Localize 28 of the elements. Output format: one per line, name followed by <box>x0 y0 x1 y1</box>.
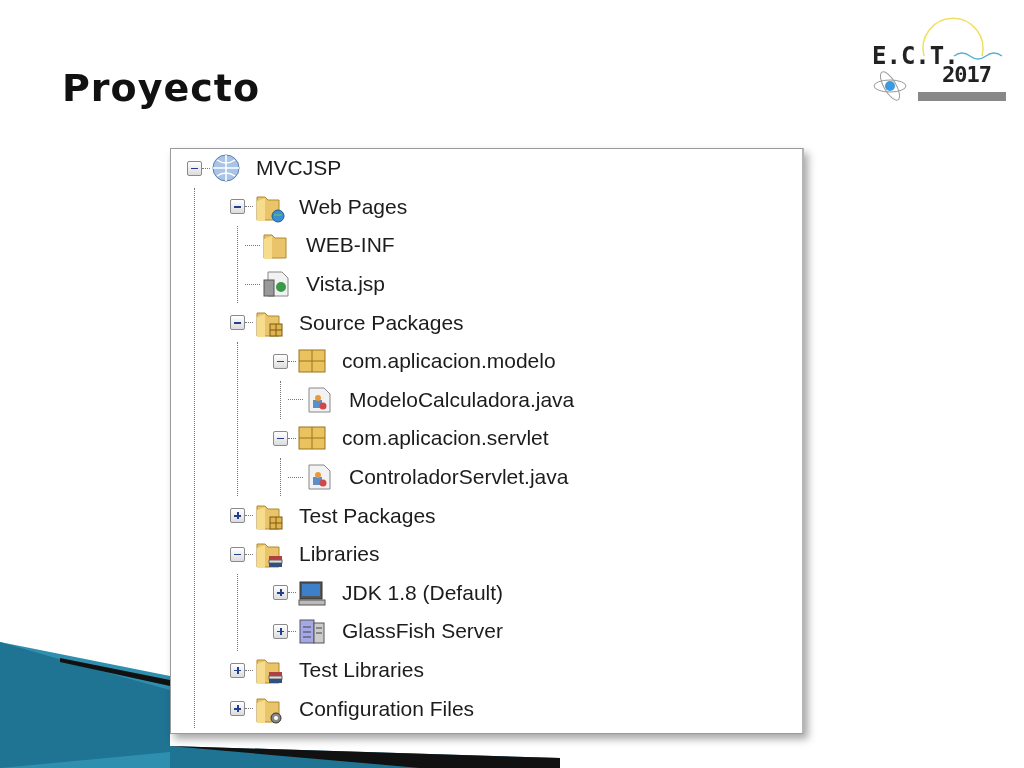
tree-item-label[interactable]: com.aplicacion.servlet <box>342 426 549 451</box>
expand-toggle[interactable] <box>273 623 288 639</box>
slide-title: Proyecto <box>62 66 261 110</box>
tree-item-label[interactable]: JDK 1.8 (Default) <box>342 580 504 605</box>
collapse-toggle[interactable] <box>230 546 245 562</box>
collapse-toggle[interactable] <box>187 160 202 176</box>
tree-item-label[interactable]: WEB-INF <box>306 233 395 258</box>
tree-item-label[interactable]: Web Pages <box>299 194 408 219</box>
tree-item-label[interactable]: Configuration Files <box>299 696 475 721</box>
tree-item-label[interactable]: ControladorServlet.java <box>349 465 569 490</box>
expand-toggle[interactable] <box>273 585 288 601</box>
expand-toggle[interactable] <box>230 508 245 524</box>
tree-item-label[interactable]: com.aplicacion.modelo <box>342 349 556 374</box>
tree-item-label[interactable]: Test Packages <box>299 503 436 528</box>
tree-item-label[interactable]: MVCJSP <box>256 156 342 181</box>
tree-item-label[interactable]: Libraries <box>299 542 380 567</box>
globe-icon <box>210 152 242 185</box>
tree-item-label[interactable]: ModeloCalculadora.java <box>349 387 575 412</box>
tree-item-label[interactable]: Vista.jsp <box>306 272 385 297</box>
tree-item-label[interactable]: Test Libraries <box>299 658 424 682</box>
collapse-toggle[interactable] <box>273 353 288 369</box>
collapse-toggle[interactable] <box>273 430 288 446</box>
collapse-toggle[interactable] <box>230 315 245 331</box>
collapse-toggle[interactable] <box>230 199 245 215</box>
expand-toggle[interactable] <box>230 701 245 717</box>
tree-item-label[interactable]: Source Packages <box>299 310 464 335</box>
tree-item-label[interactable]: GlassFish Server <box>342 619 504 644</box>
expand-toggle[interactable] <box>230 662 245 678</box>
